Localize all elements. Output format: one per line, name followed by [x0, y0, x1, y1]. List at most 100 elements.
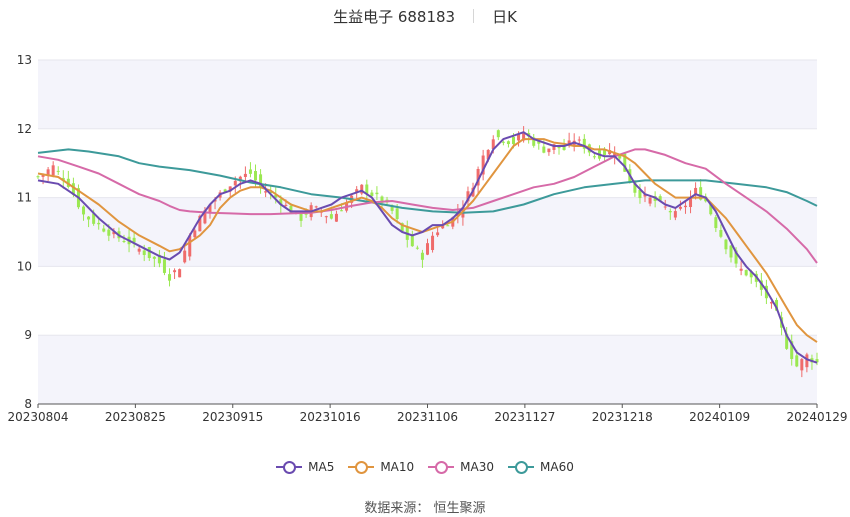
x-tick-label: 20231218	[592, 410, 653, 424]
candle-body	[683, 205, 687, 208]
candle-body	[51, 165, 55, 176]
legend-label: MA60	[540, 460, 574, 474]
legend-label: MA30	[460, 460, 495, 474]
x-tick-label: 20230915	[202, 410, 263, 424]
candle-body	[729, 245, 733, 258]
candle-body	[46, 169, 50, 175]
candle-body	[102, 228, 106, 232]
x-tick-label: 20231127	[494, 410, 555, 424]
candle-body	[800, 359, 804, 371]
legend-swatch	[276, 460, 303, 474]
candle-body	[122, 240, 126, 242]
candle-body	[178, 269, 182, 278]
candle-body	[233, 180, 237, 186]
x-tick-label: 20231106	[397, 410, 458, 424]
candle-body	[436, 232, 440, 236]
x-tick-label: 20240129	[786, 410, 847, 424]
candle-body	[324, 216, 328, 218]
candle-body	[663, 206, 667, 208]
grid-band	[38, 60, 817, 129]
candle-body	[577, 139, 581, 141]
legend-item-ma30[interactable]: MA30	[428, 460, 494, 474]
candle-body	[56, 170, 60, 172]
candle-body	[97, 222, 101, 225]
legend-swatch	[348, 460, 375, 474]
x-axis: 20230804 20230825 20230915 20231016 20231106…	[7, 403, 848, 424]
y-tick-label: 8	[24, 397, 32, 411]
legend-item-ma10[interactable]: MA10	[348, 460, 414, 474]
candle-body	[248, 169, 252, 174]
candle-body	[183, 250, 187, 263]
candle-body	[137, 248, 141, 252]
candle-body	[673, 211, 677, 218]
candle-body	[370, 192, 374, 197]
legend-marker	[435, 461, 449, 474]
legend-marker	[515, 461, 529, 474]
candle-body	[87, 216, 91, 220]
chart-legend: MA5 MA10 MA30 MA60	[0, 457, 850, 477]
x-tick-label: 20240109	[689, 410, 750, 424]
candle-body	[152, 256, 156, 259]
candle-body	[284, 204, 288, 206]
data-source: 数据来源： 恒生聚源	[364, 501, 486, 516]
x-tick-label: 20230804	[7, 410, 68, 424]
candle-body	[501, 141, 505, 143]
candle-body	[173, 270, 177, 273]
candle-body	[496, 130, 500, 138]
x-tick-label: 20231016	[300, 410, 361, 424]
candle-body	[142, 250, 146, 255]
y-tick-label: 9	[24, 328, 32, 342]
candle-body	[678, 206, 682, 209]
y-tick-label: 11	[17, 191, 32, 205]
grid-band	[38, 335, 817, 404]
candle-body	[329, 214, 333, 219]
candle-body	[162, 259, 166, 273]
candle-body	[648, 197, 652, 204]
candle-body	[592, 156, 596, 158]
candle-body	[168, 274, 172, 281]
candle-body	[739, 268, 743, 271]
candle-body	[511, 136, 515, 145]
y-axis: 8 9 10 11 12 13	[17, 53, 32, 411]
candle-body	[193, 230, 197, 238]
candle-body	[420, 252, 424, 260]
candle-body	[340, 210, 344, 212]
candle-body	[744, 270, 748, 276]
candle-body	[107, 229, 111, 236]
legend-label: MA10	[380, 460, 415, 474]
y-tick-label: 12	[17, 122, 32, 136]
candle-body	[36, 176, 40, 178]
grid-bands	[38, 60, 817, 404]
legend-item-ma5[interactable]: MA5	[276, 460, 334, 474]
x-tick-label: 20230825	[105, 410, 166, 424]
candle-body	[724, 239, 728, 250]
y-tick-label: 13	[17, 53, 32, 67]
candle-body	[334, 213, 338, 222]
candle-body	[795, 355, 799, 367]
candle-body	[395, 208, 399, 219]
candle-body	[805, 354, 809, 368]
candle-body	[542, 146, 546, 153]
candle-body	[426, 243, 429, 255]
candle-body	[375, 192, 379, 195]
legend-label: MA5	[308, 460, 335, 474]
candle-body	[254, 171, 258, 181]
candle-body	[506, 141, 510, 145]
candle-body	[314, 206, 318, 208]
y-tick-label: 10	[17, 259, 32, 273]
candle-body	[547, 148, 551, 153]
legend-item-ma60[interactable]: MA60	[508, 460, 574, 474]
candle-body	[431, 235, 435, 251]
legend-swatch	[508, 460, 535, 474]
candle-body	[82, 206, 86, 215]
candle-body	[243, 173, 247, 177]
candle-body	[714, 217, 718, 229]
kline-chart[interactable]: 8 9 10 11 12 13 20230804 20230825 20230915 20231…	[0, 0, 850, 450]
legend-marker	[283, 461, 297, 474]
legend-swatch	[428, 460, 455, 474]
candle-body	[719, 230, 723, 237]
legend-marker	[355, 461, 369, 474]
candle-body	[668, 211, 672, 213]
candle-body	[446, 225, 450, 227]
candle-body	[415, 247, 419, 249]
